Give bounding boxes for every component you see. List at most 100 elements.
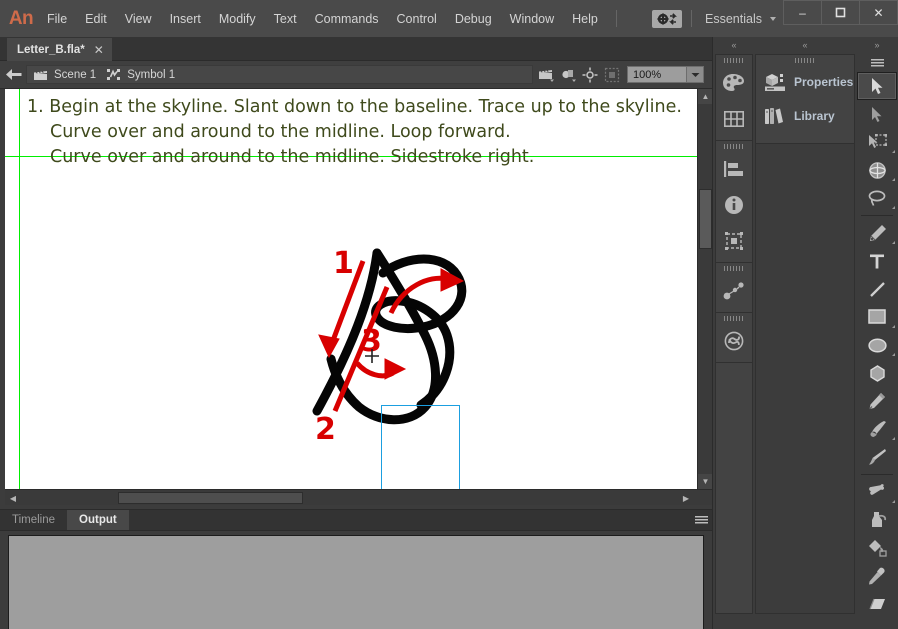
close-icon[interactable]: ✕ (94, 43, 104, 57)
menu-file[interactable]: File (38, 8, 76, 30)
transform-icon[interactable] (716, 223, 752, 259)
scroll-left-arrow[interactable]: ◀ (6, 491, 20, 505)
pen-tool[interactable] (857, 219, 897, 247)
menu-commands[interactable]: Commands (306, 8, 388, 30)
output-panel-tabs: Timeline Output (0, 509, 712, 531)
scroll-down-arrow[interactable]: ▼ (698, 474, 713, 489)
scroll-up-arrow[interactable]: ▲ (698, 89, 713, 104)
chevron-down-icon[interactable] (770, 16, 776, 21)
canvas-horizontal-scrollbar[interactable]: ◀ ▶ (5, 489, 712, 505)
menu-window[interactable]: Window (501, 8, 563, 30)
clip-content-icon[interactable] (601, 64, 623, 86)
collapse-icons-button[interactable]: « (715, 37, 753, 53)
expand-tools-button[interactable]: » (857, 37, 897, 53)
zoom-input[interactable]: 100% (627, 66, 687, 83)
output-panel: Timeline Output ‹ › (0, 509, 712, 629)
menu-edit[interactable]: Edit (76, 8, 116, 30)
selection-rectangle[interactable] (381, 405, 460, 489)
stroke-arrow-3-head (384, 358, 407, 380)
cc-sync-icon[interactable] (652, 9, 683, 28)
canvas[interactable]: 1. Begin at the skyline. Slant down to t… (5, 89, 697, 489)
swatches-icon[interactable] (716, 101, 752, 137)
document-tab[interactable]: Letter_B.fla* ✕ (7, 38, 112, 61)
panel-icon-rail (715, 54, 753, 614)
info-icon[interactable] (716, 187, 752, 223)
horizontal-scroll-thumb[interactable] (118, 492, 303, 504)
paint-brush-tool[interactable] (857, 443, 897, 471)
breadcrumb-symbol-label: Symbol 1 (127, 68, 176, 81)
canvas-vertical-scrollbar[interactable]: ▲ ▼ (697, 89, 713, 489)
panel-grip[interactable] (716, 141, 752, 151)
free-transform-tool[interactable] (857, 128, 897, 156)
vertical-scroll-thumb[interactable] (699, 189, 712, 249)
stroke-number-1: 1 (333, 246, 354, 281)
menu-control[interactable]: Control (388, 8, 446, 30)
tools-menu-icon[interactable] (857, 54, 897, 72)
library-books-icon (765, 108, 783, 124)
panel-grip[interactable] (716, 55, 752, 65)
back-arrow-icon[interactable] (0, 68, 26, 81)
edit-symbols-icon[interactable] (557, 64, 579, 86)
menu-insert[interactable]: Insert (161, 8, 210, 30)
panel-item-properties[interactable]: Properties (756, 65, 854, 99)
guide-vertical (19, 89, 20, 489)
bone-tool[interactable] (857, 478, 897, 506)
color-palette-icon[interactable] (716, 65, 752, 101)
menu-text[interactable]: Text (265, 8, 306, 30)
motion-editor-icon[interactable] (716, 273, 752, 309)
panel-item-library[interactable]: Library (756, 99, 854, 133)
panel-content-area (756, 143, 854, 613)
icon-group-arrange (716, 141, 752, 263)
rectangle-tool[interactable] (857, 303, 897, 331)
align-icon[interactable] (716, 151, 752, 187)
paint-bucket-tool[interactable] (857, 534, 897, 562)
menu-modify[interactable]: Modify (210, 8, 265, 30)
window-controls: – ✕ (783, 0, 898, 37)
output-content[interactable] (8, 535, 704, 629)
oval-tool[interactable] (857, 331, 897, 359)
panel-menu-icon[interactable] (690, 510, 712, 530)
line-tool[interactable] (857, 275, 897, 303)
panel-dock-properties: Properties Library (755, 54, 855, 614)
symbol-icon (107, 69, 121, 80)
center-frame-icon[interactable] (579, 64, 601, 86)
collapse-panels-button[interactable]: « (755, 37, 855, 53)
scene-clapperboard-icon (34, 70, 47, 80)
panel-library-label: Library (794, 109, 835, 123)
close-button[interactable]: ✕ (859, 0, 898, 25)
workspace-switcher[interactable]: Essentials (701, 12, 766, 26)
ink-bottle-tool[interactable] (857, 506, 897, 534)
properties-icon (765, 74, 785, 91)
panel-grip[interactable] (756, 55, 854, 65)
lasso-tool[interactable] (857, 184, 897, 212)
tab-output[interactable]: Output (67, 510, 129, 530)
pencil-tool[interactable] (857, 387, 897, 415)
brush-tool[interactable] (857, 415, 897, 443)
stroke-number-2: 2 (315, 412, 336, 447)
panel-grip[interactable] (716, 313, 752, 323)
3d-rotation-tool[interactable] (857, 156, 897, 184)
menu-debug[interactable]: Debug (446, 8, 501, 30)
breadcrumb-item-scene[interactable]: Scene 1 (27, 69, 100, 81)
breadcrumb-item-symbol[interactable]: Symbol 1 (100, 68, 179, 81)
menu-view[interactable]: View (116, 8, 161, 30)
menu-help[interactable]: Help (563, 8, 607, 30)
scroll-right-arrow[interactable]: ▶ (679, 491, 693, 505)
eraser-tool[interactable] (857, 590, 897, 618)
subselection-tool[interactable] (857, 100, 897, 128)
cc-libraries-icon[interactable] (716, 323, 752, 359)
text-tool[interactable] (857, 247, 897, 275)
edit-scene-icon[interactable] (535, 64, 557, 86)
zoom-dropdown-icon[interactable] (687, 66, 704, 83)
eyedropper-tool[interactable] (857, 562, 897, 590)
icon-group-color (716, 55, 752, 141)
document-tab-strip: Letter_B.fla* ✕ (0, 37, 712, 61)
maximize-button[interactable] (821, 0, 860, 25)
polystar-tool[interactable] (857, 359, 897, 387)
panel-grip[interactable] (716, 263, 752, 273)
minimize-button[interactable]: – (783, 0, 822, 25)
selection-tool[interactable] (857, 72, 897, 100)
animate-window: An File Edit View Insert Modify Text Com… (0, 0, 898, 629)
tab-timeline[interactable]: Timeline (0, 510, 67, 530)
icon-group-cc (716, 313, 752, 363)
